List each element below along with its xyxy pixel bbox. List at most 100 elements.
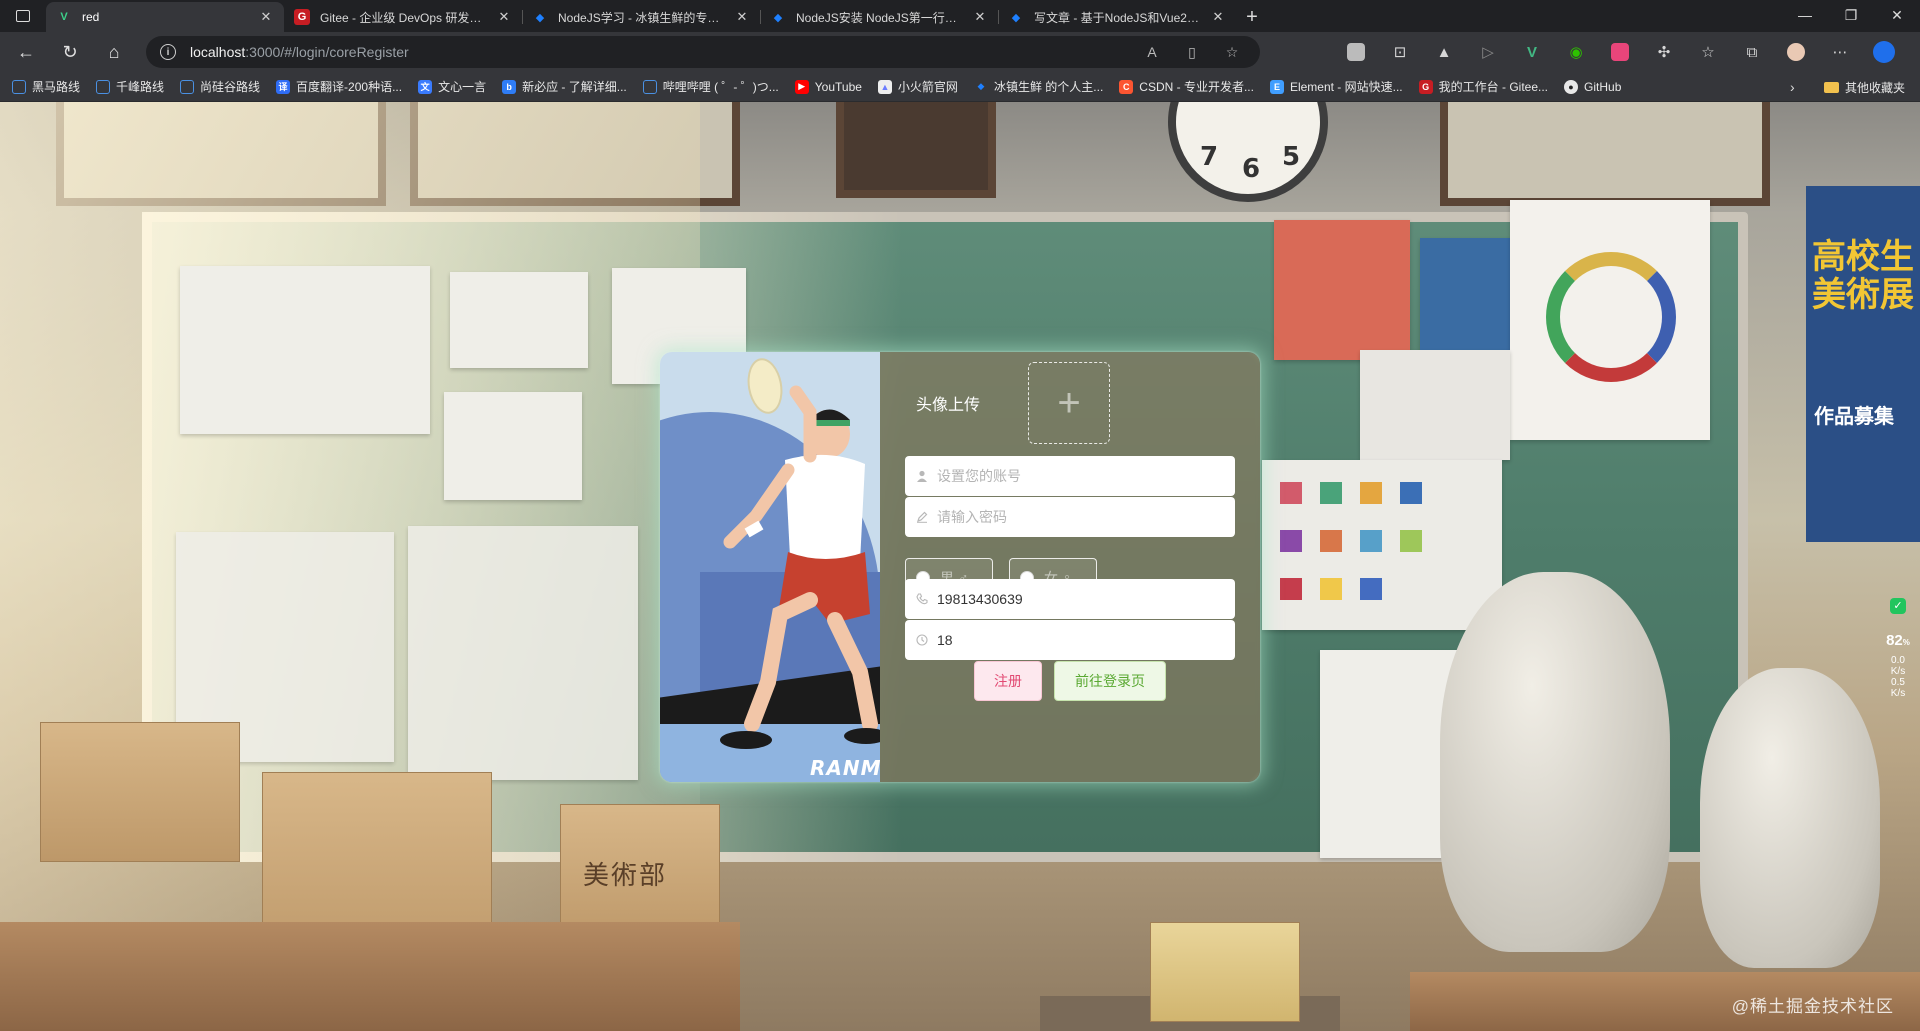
bookmark-label: 小火箭官网 [897,80,958,94]
tab-write-article[interactable]: ◆ 写文章 - 基于NodeJS和Vue2实现 ✕ [998,2,1236,32]
youtube-icon: ▶ [794,79,809,94]
tennis-player-figure [720,385,880,749]
bg-sketch-paper [408,526,638,780]
phone-input[interactable] [937,591,1217,607]
bookmark-item[interactable]: ● GitHub [1564,79,1621,94]
back-button[interactable]: ← [4,32,48,72]
other-bookmarks-folder[interactable]: 其他收藏夹 [1824,72,1905,102]
extension-translate-icon[interactable] [1598,32,1642,72]
network-speed-widget[interactable]: ✓ 82% 0.0 K/s 0.5 K/s [1876,598,1920,708]
tab-red[interactable]: V red ✕ [46,2,284,32]
extension-image-icon[interactable]: ⊡ [1378,32,1422,72]
read-aloud-icon[interactable]: A [1132,44,1172,60]
gitee-icon: G [1418,79,1433,94]
baidu-translate-icon: 译 [276,79,291,94]
close-tab-icon[interactable]: ✕ [496,9,512,25]
profile-avatar[interactable] [1774,32,1818,72]
favorite-star-icon[interactable]: ☆ [1212,44,1252,61]
tab-actions-icon [16,10,30,22]
age-input[interactable] [937,632,1217,648]
juejin-icon: ◆ [977,81,985,91]
bing-copilot-icon[interactable] [1862,32,1906,72]
minimize-icon[interactable]: — [1782,0,1828,30]
extension-vue-icon[interactable]: V [1510,32,1554,72]
close-tab-icon[interactable]: ✕ [972,9,988,25]
collections-icon[interactable]: ⧉ [1730,32,1774,72]
bookmarks-bar: 黑马路线 千峰路线 尚硅谷路线 译百度翻译-200种语... 文文心一言 b 新必… [0,72,1920,102]
download-unit: K/s [1890,688,1906,699]
tab-nodejs-install[interactable]: ◆ NodeJS安装 NodeJS第一行代码 ✕ [760,2,998,32]
url-host: localhost [190,44,246,60]
bookmark-item[interactable]: C CSDN - 专业开发者... [1119,78,1254,95]
address-bar[interactable]: i localhost:3000/#/login/coreRegister A … [146,36,1260,68]
tab-strip: V red ✕ G Gitee - 企业级 DevOps 研发效能 ✕ ◆ No… [0,0,1920,32]
bookmark-item[interactable]: 尚硅谷路线 [180,78,260,95]
password-input[interactable] [937,509,1217,525]
home-button[interactable]: ⌂ [92,32,136,72]
bookmark-item[interactable]: E Element - 网站快速... [1269,78,1403,95]
cpu-percent: 82 [1886,632,1903,649]
reload-button[interactable]: ↻ [48,32,92,72]
bg-wooden-cabinet [0,922,740,1031]
close-tab-icon[interactable]: ✕ [1210,9,1226,25]
page-viewport: 7 6 5 高校生 美術展 作品募集 美術部 @稀土掘金技术社区 ✓ 82% 0… [0,102,1920,1031]
register-button[interactable]: 注册 [974,661,1042,701]
age-field[interactable] [905,620,1235,660]
avatar-upload-label: 头像上传 [916,397,981,414]
bg-box-label: 美術部 [583,861,668,891]
account-input[interactable] [937,468,1217,484]
close-tab-icon[interactable]: ✕ [258,9,274,25]
new-tab-button[interactable]: + [1236,2,1268,32]
bookmark-item[interactable]: 哔哩哔哩 ( ゜- ゜)つ... [642,78,779,95]
bookmark-label: CSDN - 专业开发者... [1139,80,1254,94]
bookmark-item[interactable]: b 新必应 - 了解详细... [502,78,627,95]
extension-play-icon[interactable]: ▷ [1466,32,1510,72]
bookmark-label: 文心一言 [438,80,487,94]
url-path: :3000/#/login/coreRegister [245,44,409,60]
account-field[interactable] [905,456,1235,496]
immersive-reader-icon[interactable]: ▯ [1172,44,1212,61]
bg-swatch [1360,530,1382,552]
bookmark-item[interactable]: ▶ YouTube [794,79,862,94]
favorites-icon[interactable]: ☆ [1686,32,1730,72]
bg-sketch-paper [180,266,430,434]
avatar-upload-box[interactable]: + [1028,362,1111,444]
site-info-icon[interactable]: i [160,44,176,60]
bookmark-item[interactable]: 黑马路线 [12,78,80,95]
bookmarks-overflow-chevron-icon[interactable]: › [1790,72,1795,102]
more-menu-icon[interactable]: ⋯ [1818,32,1862,72]
bg-abstract-poster [1274,220,1410,360]
tab-nodejs-study[interactable]: ◆ NodeJS学习 - 冰镇生鲜的专栏 - 掘金 ✕ [522,2,760,32]
extension-wechat-icon[interactable]: ◉ [1554,32,1598,72]
bookmark-item[interactable]: 译百度翻译-200种语... [276,78,402,95]
bookmark-item[interactable]: ▲ 小火箭官网 [877,78,958,95]
password-field[interactable] [905,497,1235,537]
tab-gitee[interactable]: G Gitee - 企业级 DevOps 研发效能 ✕ [284,2,522,32]
bg-poster-subtitle: 作品募集 [1814,406,1894,428]
bookmark-label: 冰镇生鲜 的个人主... [993,80,1104,94]
bookmark-item[interactable]: 千峰路线 [96,78,164,95]
phone-field[interactable] [905,579,1235,619]
address-bar-actions: A ▯ ☆ [1132,36,1252,68]
folder-cloud-icon [180,79,195,94]
rocket-icon: ▲ [877,79,892,94]
bookmark-item[interactable]: G 我的工作台 - Gitee... [1418,78,1549,95]
bookmark-label: 我的工作台 - Gitee... [1438,80,1549,94]
goto-login-button[interactable]: 前往登录页 [1054,661,1166,701]
download-speed: 0.5 [1891,677,1905,688]
extensions-puzzle-icon[interactable]: ✣ [1642,32,1686,72]
restore-icon[interactable]: ❐ [1828,0,1874,30]
extension-triangle-icon[interactable]: ▲ [1422,32,1466,72]
gitee-icon: G [294,9,310,25]
bg-clock-number: 5 [1282,142,1301,172]
bg-supply-box [1150,922,1300,1022]
bookmark-item[interactable]: ◆ 冰镇生鲜 的个人主... [974,78,1103,95]
close-tab-icon[interactable]: ✕ [734,9,750,25]
close-window-icon[interactable]: ✕ [1874,0,1920,30]
bg-sketch-paper [444,392,582,500]
extension-notes-icon[interactable] [1334,32,1378,72]
bg-color-card [1360,350,1510,460]
tab-actions-menu[interactable] [0,0,46,32]
bg-swatch [1360,482,1382,504]
bookmark-item[interactable]: 文文心一言 [418,78,486,95]
